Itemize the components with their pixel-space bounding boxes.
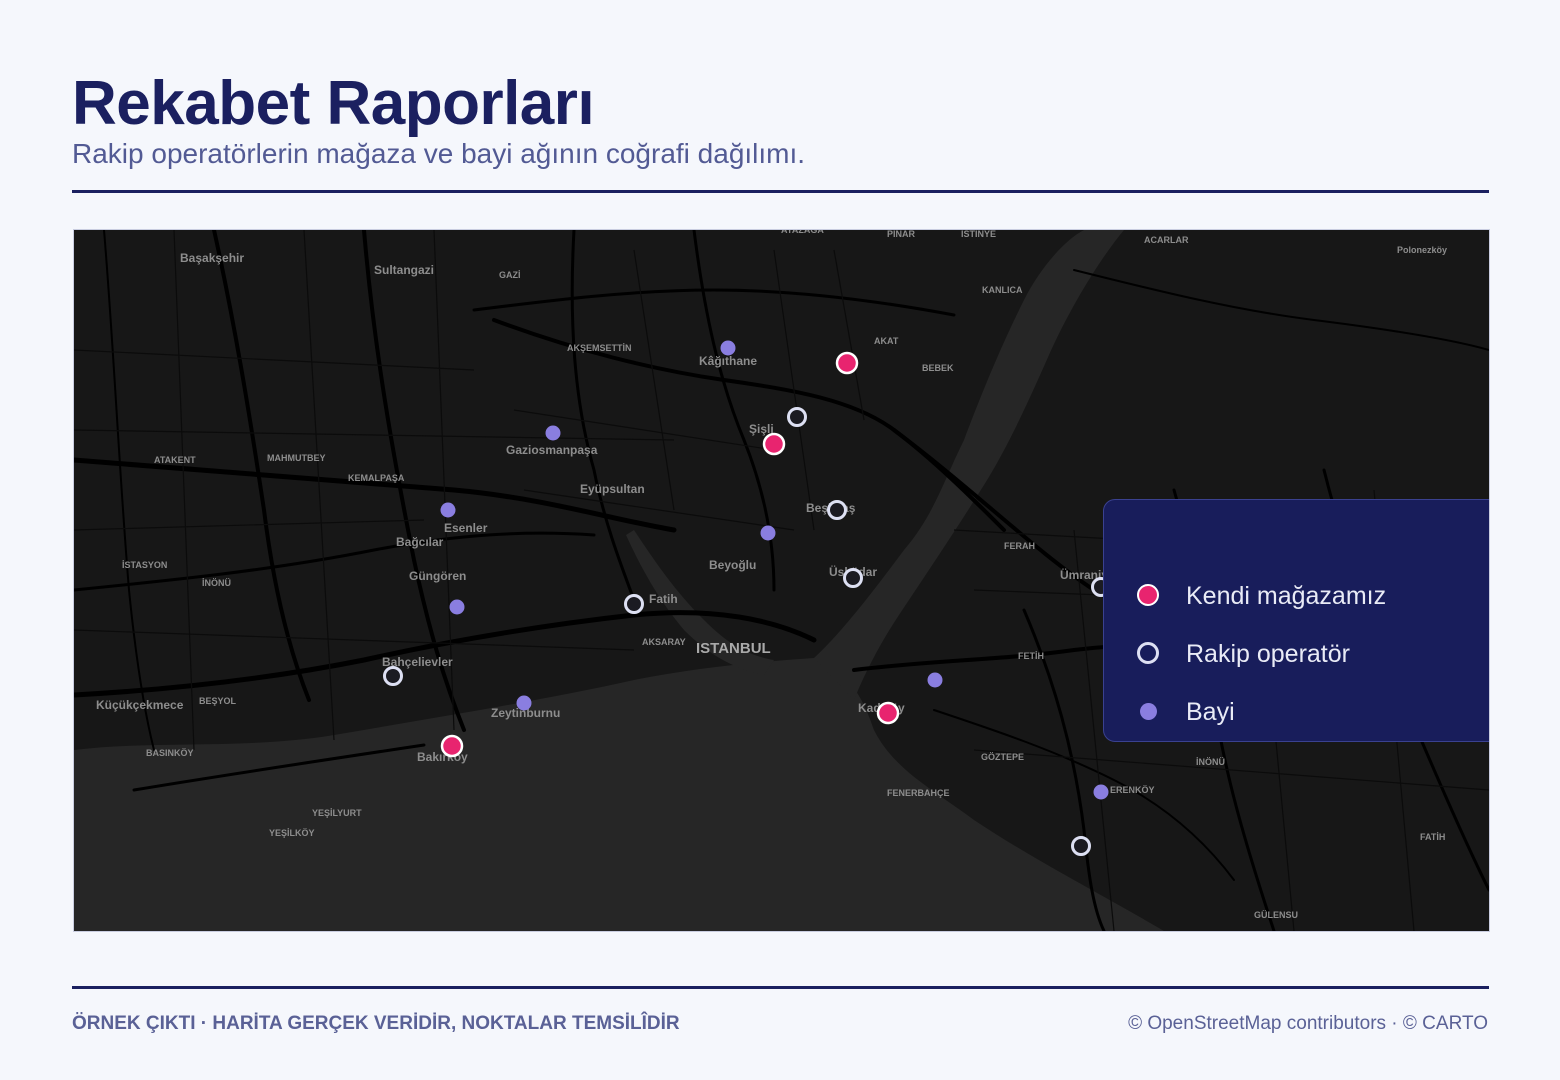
place-label: FATİH <box>1420 832 1445 842</box>
place-label: ACARLAR <box>1144 235 1189 245</box>
place-label: Başakşehir <box>180 251 244 265</box>
competitor-marker[interactable] <box>624 594 644 614</box>
place-label: BEŞYOL <box>199 696 237 706</box>
competitor-icon <box>1134 639 1164 669</box>
competitor-marker[interactable] <box>827 500 847 520</box>
page-title: Rekabet Raporları <box>72 69 595 138</box>
footer-divider <box>72 986 1489 989</box>
place-label: AYAZAĞA <box>781 230 824 235</box>
own-store-marker[interactable] <box>762 432 786 456</box>
place-label: GAZİ <box>499 270 521 280</box>
place-label: FETİH <box>1018 651 1044 661</box>
map-attribution: © OpenStreetMap contributors · © CARTO <box>1128 1013 1488 1034</box>
legend-item-label: Kendi mağazamız <box>1186 581 1387 610</box>
dealer-marker[interactable] <box>1093 784 1109 800</box>
dealer-marker[interactable] <box>927 672 943 688</box>
map-legend: Kendi mağazamız Rakip operatör Bayi <box>1103 499 1489 742</box>
own-store-marker[interactable] <box>440 734 464 758</box>
place-label: FENERBAHÇE <box>887 788 950 798</box>
place-label: Güngören <box>409 569 466 583</box>
place-label: MAHMUTBEY <box>267 453 326 463</box>
place-label: PINAR <box>887 230 916 239</box>
place-label: ATAKENT <box>154 455 196 465</box>
place-label: Eyüpsultan <box>580 482 645 496</box>
place-label: İSTİNYE <box>961 230 996 239</box>
legend-item-competitor: Rakip operatör <box>1134 634 1350 674</box>
competitor-marker[interactable] <box>383 666 403 686</box>
map-panel[interactable]: Başakşehir Sultangazi GAZİ AKŞEMSETTİN Kâğıt… <box>73 229 1490 932</box>
dealer-marker[interactable] <box>516 695 532 711</box>
dealer-marker[interactable] <box>449 599 465 615</box>
place-label: Küçükçekmece <box>96 698 184 712</box>
place-label: GÜLENSU <box>1254 910 1298 920</box>
dealer-marker[interactable] <box>440 502 456 518</box>
competitor-marker[interactable] <box>787 407 807 427</box>
place-label: Bağcılar <box>396 535 444 549</box>
place-label: AKŞEMSETTİN <box>567 343 632 353</box>
place-label: Fatih <box>649 592 678 606</box>
dealer-marker[interactable] <box>545 425 561 441</box>
legend-item-dealer: Bayi <box>1134 692 1235 732</box>
place-label: Beyoğlu <box>709 558 756 572</box>
place-label: KEMALPAŞA <box>348 473 405 483</box>
place-label: YEŞİLYURT <box>312 808 362 818</box>
place-label: BEBEK <box>922 363 954 373</box>
dealer-icon <box>1134 697 1164 727</box>
place-label: GÖZTEPE <box>981 752 1024 762</box>
own-store-marker[interactable] <box>835 351 859 375</box>
legend-item-label: Rakip operatör <box>1186 639 1350 668</box>
place-label: ERENKÖY <box>1110 785 1155 795</box>
legend-item-label: Bayi <box>1186 697 1235 726</box>
place-label: İSTASYON <box>122 560 167 570</box>
place-label: YEŞİLKÖY <box>269 828 315 838</box>
place-label: AKAT <box>874 336 899 346</box>
place-label: ISTANBUL <box>696 640 771 657</box>
place-label: Kâğıthane <box>699 354 757 368</box>
competitor-marker[interactable] <box>843 568 863 588</box>
header-divider <box>72 190 1489 193</box>
place-label: BASINKÖY <box>146 748 194 758</box>
place-label: FERAH <box>1004 541 1035 551</box>
dealer-marker[interactable] <box>720 340 736 356</box>
footer-note: ÖRNEK ÇIKTI · HARİTA GERÇEK VERİDİR, NOK… <box>72 1013 680 1034</box>
place-label: Sultangazi <box>374 263 434 277</box>
place-label: Polonezköy <box>1397 245 1447 255</box>
place-label: İNÖNÜ <box>202 578 231 588</box>
place-label: AKSARAY <box>642 637 686 647</box>
dealer-marker[interactable] <box>760 525 776 541</box>
competitor-marker[interactable] <box>1071 836 1091 856</box>
place-label: İNÖNÜ <box>1196 757 1225 767</box>
own-store-icon <box>1134 581 1164 611</box>
place-label: KANLICA <box>982 285 1023 295</box>
page-subtitle: Rakip operatörlerin mağaza ve bayi ağını… <box>72 138 806 169</box>
place-label: Esenler <box>444 521 488 535</box>
own-store-marker[interactable] <box>876 701 900 725</box>
place-label: Gaziosmanpaşa <box>506 443 598 457</box>
legend-item-own-store: Kendi mağazamız <box>1134 576 1386 616</box>
